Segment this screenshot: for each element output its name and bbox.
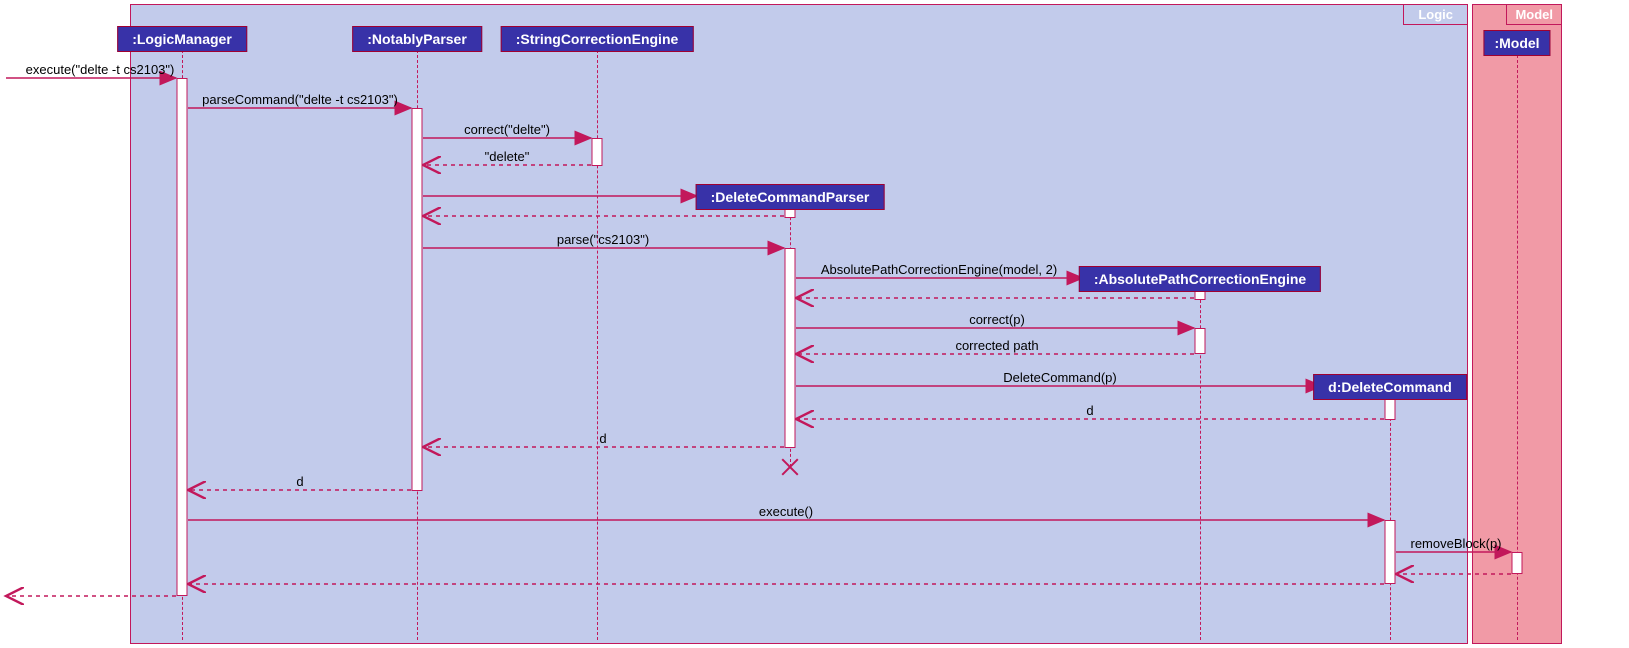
frame-logic-label: Logic [1403,5,1467,25]
msg-apce-ctor: AbsolutePathCorrectionEngine(model, 2) [821,262,1057,278]
activation-model [1512,552,1523,574]
msg-d-3: d [296,474,303,490]
destroy-delete-command-parser-icon [779,456,801,478]
participant-model: :Model [1483,30,1550,56]
frame-model-label: Model [1506,5,1561,25]
msg-corrected-path: corrected path [955,338,1038,354]
participant-notably-parser: :NotablyParser [352,26,482,52]
activation-apce-2 [1195,328,1206,354]
msg-correct-p: correct(p) [969,312,1025,328]
msg-d-2: d [599,431,606,447]
participant-string-correction-engine: :StringCorrectionEngine [501,26,694,52]
msg-remove-block-p: removeBlock(p) [1410,536,1501,552]
msg-execute-1: execute("delte -t cs2103") [26,62,175,78]
msg-parse-command: parseCommand("delte -t cs2103") [202,92,398,108]
msg-delete-literal: "delete" [485,149,530,165]
participant-delete-command: d:DeleteCommand [1313,374,1467,400]
activation-notably-parser [412,108,423,491]
activation-delete-command-2 [1385,520,1396,584]
participant-delete-command-parser: :DeleteCommandParser [696,184,885,210]
msg-execute-2: execute() [759,504,813,520]
activation-logic-manager [177,78,188,596]
activation-delete-command-parser-2 [785,248,796,448]
lifeline-delete-command [1390,398,1391,640]
participant-logic-manager: :LogicManager [117,26,247,52]
participant-absolute-path-correction-engine: :AbsolutePathCorrectionEngine [1079,266,1321,292]
activation-string-correction-engine [592,138,603,166]
msg-d-1: d [1086,403,1093,419]
msg-parse-cs2103: parse("cs2103") [557,232,649,248]
msg-correct-delte: correct("delte") [464,122,550,138]
msg-delete-command-p: DeleteCommand(p) [1003,370,1116,386]
